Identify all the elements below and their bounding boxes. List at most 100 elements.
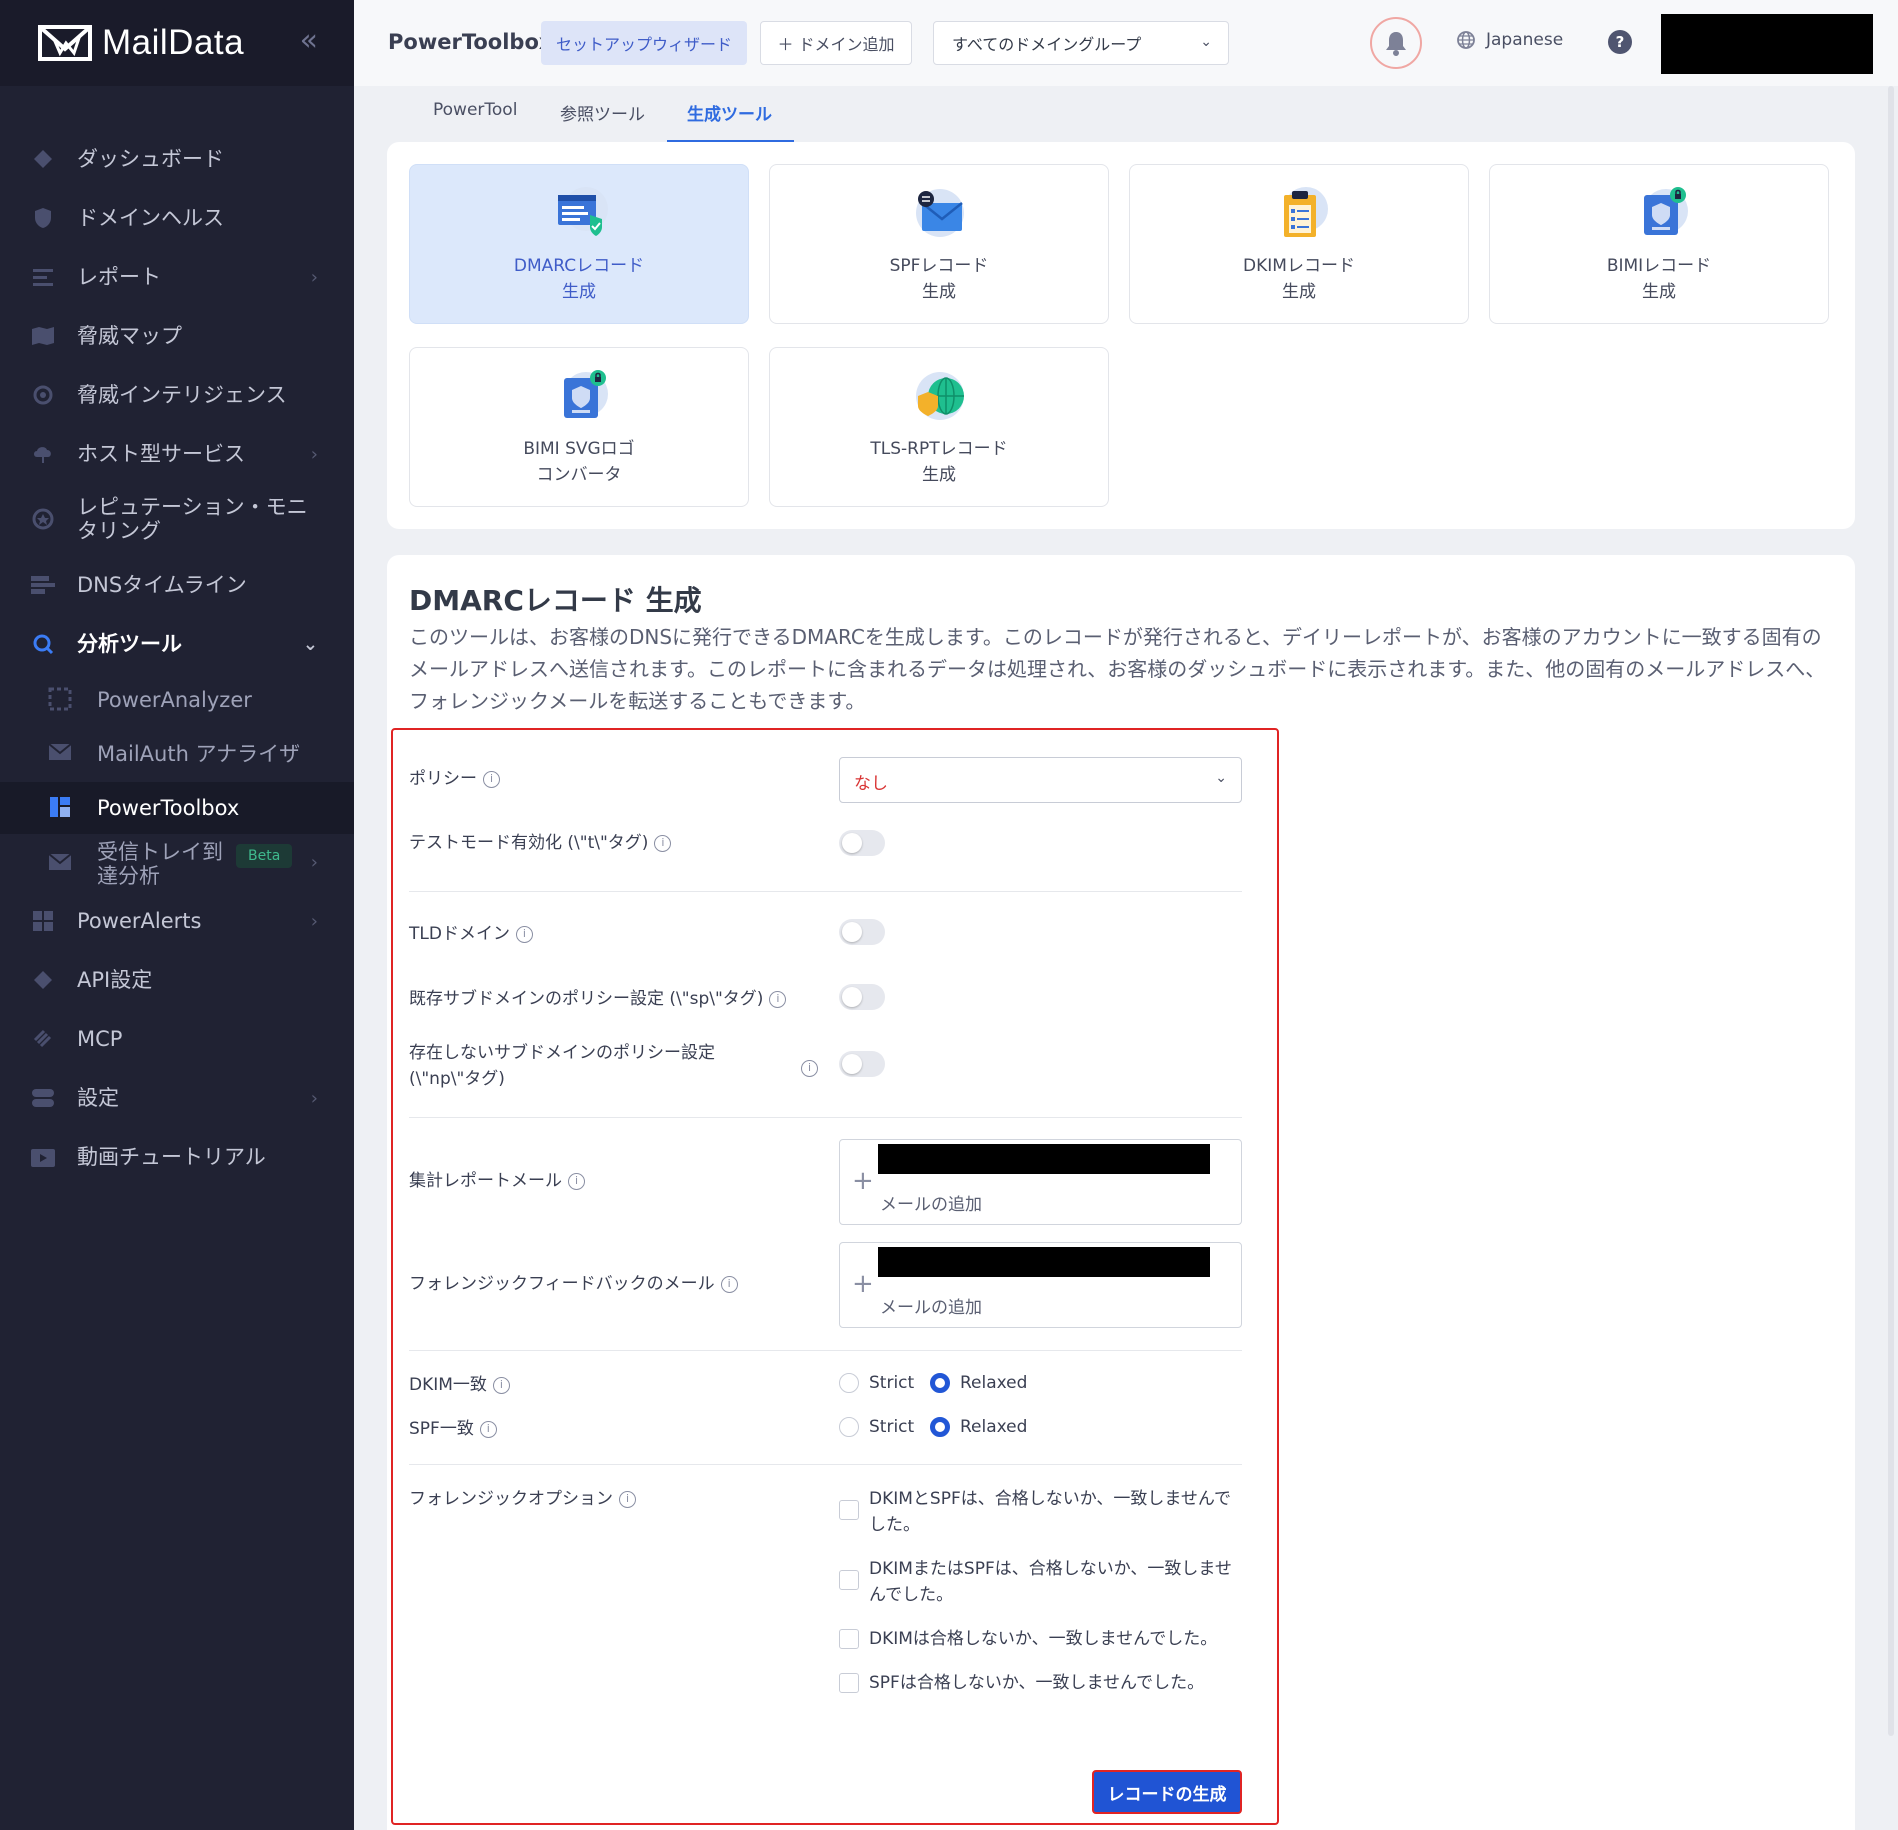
aggregate-email-label-text: 集計レポートメール — [409, 1171, 562, 1191]
info-icon[interactable]: i — [492, 1376, 510, 1394]
radio-button[interactable] — [930, 1373, 950, 1393]
tool-card-tls-rpt[interactable]: TLS-RPTレコード 生成 — [769, 347, 1109, 507]
info-icon[interactable]: i — [769, 990, 787, 1008]
tld-toggle[interactable] — [839, 919, 885, 945]
sidebar-item-api-settings[interactable]: API設定 — [0, 965, 354, 995]
video-icon — [30, 1144, 56, 1170]
sidebar-item-settings[interactable]: 設定 › — [0, 1083, 354, 1113]
sidebar-item-hosted-services[interactable]: ホスト型サービス › — [0, 439, 354, 469]
radio-button[interactable] — [839, 1417, 859, 1437]
dkim-relaxed-radio[interactable]: Relaxed — [930, 1373, 1027, 1393]
info-icon[interactable]: i — [483, 770, 500, 788]
sidebar-subitem-powertoolbox[interactable]: PowerToolbox — [0, 782, 354, 834]
spf-strict-radio[interactable]: Strict — [839, 1417, 914, 1437]
spf-envelope-icon — [916, 189, 964, 237]
testmode-label: テストモード有効化 (\"t\"タグ) i — [409, 830, 672, 856]
tool-card-spf[interactable]: SPFレコード 生成 — [769, 164, 1109, 324]
testmode-toggle[interactable] — [839, 830, 885, 856]
tool-card-dkim[interactable]: DKIMレコード 生成 — [1129, 164, 1469, 324]
redacted-email — [878, 1144, 1210, 1174]
forensic-email-label-text: フォレンジックフィードバックのメール — [409, 1274, 715, 1294]
sidebar-item-analysis-tools[interactable]: 分析ツール ⌄ — [0, 629, 354, 659]
np-toggle[interactable] — [839, 1051, 885, 1077]
divider — [409, 891, 1242, 892]
setup-wizard-button[interactable]: セットアップウィザード — [541, 21, 747, 65]
info-icon[interactable]: i — [654, 834, 672, 852]
sidebar-item-dashboard[interactable]: ダッシュボード — [0, 144, 354, 174]
policy-select[interactable]: なし ⌄ — [839, 757, 1242, 803]
generator-title: DMARCレコード 生成 — [409, 584, 702, 617]
language-selector[interactable]: Japanese — [1456, 30, 1563, 50]
info-icon[interactable]: i — [568, 1172, 585, 1190]
sidebar-item-video-tutorials[interactable]: 動画チュートリアル — [0, 1142, 354, 1172]
chevron-down-icon: ⌄ — [1215, 770, 1227, 786]
spf-relaxed-radio[interactable]: Relaxed — [930, 1417, 1027, 1437]
add-domain-button[interactable]: ＋ ドメイン追加 — [760, 21, 912, 65]
tab-powertool[interactable]: PowerTool — [433, 100, 517, 120]
redacted-user-profile[interactable] — [1661, 14, 1873, 74]
sidebar-subitem-inbox-placement[interactable]: 受信トレイ到達分析 Beta › — [0, 836, 354, 892]
radio-button[interactable] — [839, 1373, 859, 1393]
sidebar-item-threat-intel[interactable]: 脅威インテリジェンス — [0, 380, 354, 410]
sp-toggle[interactable] — [839, 984, 885, 1010]
checkbox[interactable] — [839, 1500, 859, 1520]
forensic-email-input[interactable]: + メールの追加 — [839, 1242, 1242, 1328]
forensic-option-checkbox[interactable]: DKIMは合格しないか、一致しませんでした。 — [839, 1626, 1239, 1652]
sidebar-item-threat-map[interactable]: 脅威マップ — [0, 321, 354, 351]
sidebar-item-label: ダッシュボード — [77, 147, 224, 171]
tool-card-title: SPFレコード — [889, 256, 989, 276]
dkim-alignment-label-text: DKIM一致 — [409, 1375, 487, 1395]
tab-reference-tools[interactable]: 参照ツール — [560, 100, 645, 125]
bell-icon — [1386, 32, 1406, 56]
sidebar-item-reports[interactable]: レポート › — [0, 262, 354, 292]
policy-label-text: ポリシー — [409, 769, 477, 789]
notifications-button[interactable] — [1370, 17, 1422, 69]
spf-alignment-label-text: SPF一致 — [409, 1419, 474, 1439]
sidebar-item-reputation[interactable]: レピュテーション・モニタリング — [0, 492, 354, 546]
tld-label-text: TLDドメイン — [409, 924, 510, 944]
info-icon[interactable]: i — [479, 1420, 497, 1438]
radio-button[interactable] — [930, 1417, 950, 1437]
sidebar-item-poweralerts[interactable]: PowerAlerts › — [0, 906, 354, 936]
checkbox[interactable] — [839, 1673, 859, 1693]
bimi-svg-icon — [564, 370, 608, 418]
page-scrollbar[interactable] — [1888, 86, 1894, 1736]
sidebar-subitem-poweranalyzer[interactable]: PowerAnalyzer — [0, 674, 354, 726]
tab-generation-tools[interactable]: 生成ツール — [687, 100, 772, 125]
maildata-logo-icon — [38, 25, 92, 61]
dkim-strict-radio[interactable]: Strict — [839, 1373, 914, 1393]
tool-card-bimi[interactable]: BIMIレコード 生成 — [1489, 164, 1829, 324]
info-icon[interactable]: i — [515, 925, 533, 943]
generate-record-button[interactable]: レコードの生成 — [1092, 1770, 1242, 1814]
aggregate-email-input[interactable]: + メールの追加 — [839, 1139, 1242, 1225]
tool-card-subtitle: 生成 — [1642, 282, 1676, 302]
double-chevron-left-icon[interactable]: « — [300, 26, 318, 56]
info-icon[interactable]: i — [720, 1275, 738, 1293]
sidebar-item-mcp[interactable]: MCP — [0, 1024, 354, 1054]
forensic-option-checkbox[interactable]: DKIMまたはSPFは、合格しないか、一致しませんでした。 — [839, 1556, 1239, 1608]
tool-card-dmarc[interactable]: DMARCレコード 生成 — [409, 164, 749, 324]
checkbox[interactable] — [839, 1629, 859, 1649]
info-icon[interactable]: i — [619, 1490, 636, 1508]
sidebar-item-dns-timeline[interactable]: DNSタイムライン — [0, 570, 354, 600]
domain-group-select[interactable]: すべてのドメイングループ ⌄ — [933, 21, 1229, 65]
sidebar-subitem-mailauth[interactable]: MailAuth アナライザ — [0, 728, 354, 780]
tool-card-bimi-svg[interactable]: BIMI SVGロゴ コンバータ — [409, 347, 749, 507]
generator-description: このツールは、お客様のDNSに発行できるDMARCを生成します。このレコードが発… — [409, 625, 1826, 713]
mcp-icon — [30, 1026, 56, 1052]
toggles-icon — [30, 1085, 56, 1111]
plus-icon[interactable]: + — [852, 1269, 874, 1299]
plus-icon[interactable]: + — [852, 1166, 874, 1196]
checkbox[interactable] — [839, 1570, 859, 1590]
diamond-icon — [30, 967, 56, 993]
forensic-option-checkbox[interactable]: SPFは合格しないか、一致しませんでした。 — [839, 1670, 1239, 1696]
redacted-email — [878, 1247, 1210, 1277]
forensic-option-checkbox[interactable]: DKIMとSPFは、合格しないか、一致しませんでした。 — [839, 1486, 1239, 1538]
sidebar-item-domain-health[interactable]: ドメインヘルス — [0, 203, 354, 233]
checkbox-label: DKIMまたはSPFは、合格しないか、一致しませんでした。 — [869, 1559, 1232, 1605]
tool-card-title: BIMI SVGロゴ — [523, 439, 635, 459]
help-icon[interactable]: ? — [1608, 30, 1632, 54]
info-icon[interactable]: i — [801, 1060, 818, 1077]
policy-label: ポリシー i — [409, 766, 500, 792]
chevron-right-icon: › — [310, 1087, 318, 1109]
